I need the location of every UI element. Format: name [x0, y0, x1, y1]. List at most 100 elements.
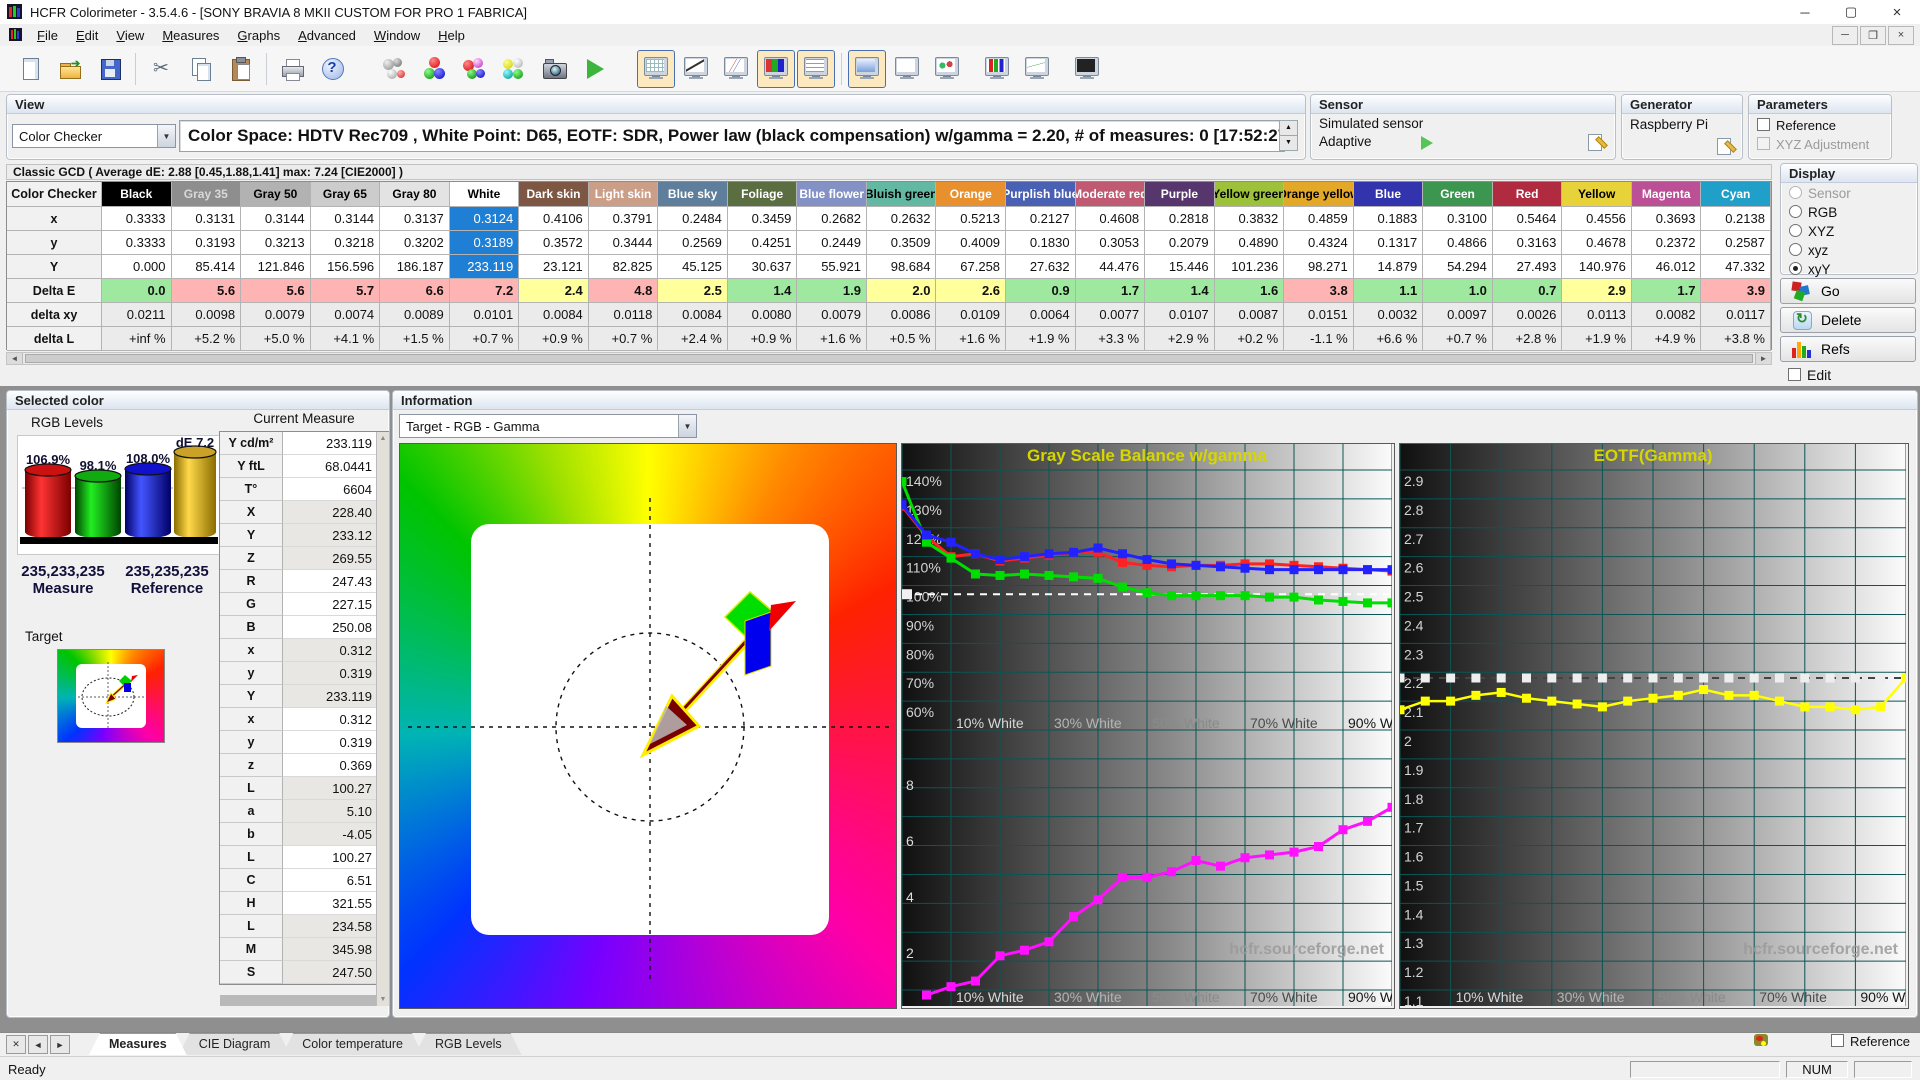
open-file-button[interactable]: ➔	[51, 50, 89, 88]
measure-cell-yellow-green-y[interactable]: 101.236	[1214, 255, 1285, 279]
save-file-button[interactable]	[91, 50, 129, 88]
spinner-up-icon[interactable]: ▲	[1279, 120, 1298, 136]
measure-cell-black-x[interactable]: 0.3333	[102, 207, 172, 231]
measure-cell-green-delta-xy[interactable]: 0.0097	[1423, 303, 1493, 327]
measure-cell-dark-skin-delta-xy[interactable]: 0.0084	[519, 303, 589, 327]
measure-cell-green-y[interactable]: 54.294	[1423, 255, 1493, 279]
measure-cell-yellow-delta-xy[interactable]: 0.0113	[1562, 303, 1632, 327]
column-header-gray-50[interactable]: Gray 50	[241, 182, 311, 207]
measure-cell-dark-skin-delta-e[interactable]: 2.4	[519, 279, 589, 303]
close-icon[interactable]: ×	[1874, 0, 1920, 24]
capture-single-measure-button[interactable]	[535, 50, 573, 88]
measure-cell-bluish-green-delta-xy[interactable]: 0.0086	[866, 303, 937, 327]
measure-cell-orange-yellow-delta-e[interactable]: 3.8	[1284, 279, 1354, 303]
checkbox-icon[interactable]	[1788, 368, 1801, 381]
measure-cell-gray-65-delta-xy[interactable]: 0.0074	[310, 303, 381, 327]
measure-cell-yellow-delta-e[interactable]: 2.9	[1562, 279, 1632, 303]
measure-cell-blue-flower-delta-xy[interactable]: 0.0079	[797, 303, 867, 327]
measure-cell-moderate-red-delta-l[interactable]: +3.3 %	[1075, 327, 1146, 351]
measure-cell-yellow-y[interactable]: 0.4678	[1562, 231, 1632, 255]
measure-cell-orange-yellow-delta-xy[interactable]: 0.0151	[1284, 303, 1354, 327]
measure-cell-white-delta-l[interactable]: +0.7 %	[449, 327, 520, 351]
menu-measures[interactable]: Measures	[153, 26, 228, 45]
view-measure-lines-button[interactable]	[797, 49, 835, 88]
measure-cell-gray-80-delta-xy[interactable]: 0.0089	[380, 303, 450, 327]
measure-cell-cyan-y[interactable]: 47.332	[1701, 255, 1771, 279]
column-header-blue[interactable]: Blue	[1353, 182, 1424, 207]
measure-cell-gray-50-y[interactable]: 0.3213	[241, 231, 311, 255]
measure-cell-orange-yellow-x[interactable]: 0.4859	[1284, 207, 1354, 231]
measure-cell-yellow-y[interactable]: 140.976	[1562, 255, 1632, 279]
column-header-green[interactable]: Green	[1423, 182, 1493, 207]
measure-cell-blue-sky-delta-xy[interactable]: 0.0084	[658, 303, 728, 327]
chevron-down-icon[interactable]: ▼	[678, 415, 696, 437]
measure-cell-purple-y[interactable]: 0.2079	[1145, 231, 1215, 255]
row-label-delta-l[interactable]: delta L	[7, 327, 102, 351]
measure-cell-dark-skin-y[interactable]: 23.121	[519, 255, 589, 279]
row-label-x[interactable]: x	[7, 207, 102, 231]
run-measures-button[interactable]	[575, 50, 613, 88]
current-measure-scrollbar[interactable]: ▲ ▼	[376, 432, 389, 1006]
measure-cell-gray-80-y[interactable]: 186.187	[380, 255, 450, 279]
measure-cell-yellow-green-delta-e[interactable]: 1.6	[1214, 279, 1285, 303]
measure-cell-gray-50-x[interactable]: 0.3144	[241, 207, 311, 231]
measure-cell-gray-65-delta-l[interactable]: +4.1 %	[310, 327, 381, 351]
measure-cell-blue-sky-y[interactable]: 0.2569	[658, 231, 728, 255]
view-gamma-curve-button[interactable]	[677, 50, 715, 88]
measure-cell-cyan-x[interactable]: 0.2138	[1701, 207, 1771, 231]
column-header-gray-65[interactable]: Gray 65	[310, 182, 381, 207]
measure-cell-cyan-y[interactable]: 0.2587	[1701, 231, 1771, 255]
column-header-light-skin[interactable]: Light skin	[588, 182, 659, 207]
measure-cell-foliage-y[interactable]: 30.637	[727, 255, 798, 279]
measure-cell-yellow-green-x[interactable]: 0.3832	[1214, 207, 1285, 231]
measure-cell-yellow-green-delta-xy[interactable]: 0.0087	[1214, 303, 1285, 327]
display-radio-xyz[interactable]: xyz	[1787, 242, 1911, 261]
measure-cell-light-skin-delta-xy[interactable]: 0.0118	[588, 303, 659, 327]
scroll-up-icon[interactable]: ▲	[377, 432, 389, 445]
measure-cell-green-y[interactable]: 0.4866	[1423, 231, 1493, 255]
measure-cell-purplish-blue-y[interactable]: 0.1830	[1006, 231, 1076, 255]
measure-cell-bluish-green-delta-e[interactable]: 2.0	[866, 279, 937, 303]
measure-cell-blue-sky-delta-l[interactable]: +2.4 %	[658, 327, 728, 351]
scroll-down-icon[interactable]: ▼	[377, 993, 389, 1006]
measure-cell-orange-yellow-y[interactable]: 98.271	[1284, 255, 1354, 279]
measure-cell-white-y[interactable]: 0.3189	[449, 231, 520, 255]
column-header-yellow[interactable]: Yellow	[1562, 182, 1632, 207]
column-header-blue-flower[interactable]: Blue flower	[797, 182, 867, 207]
column-header-orange-yellow[interactable]: Orange yellow	[1284, 182, 1354, 207]
view-console-button[interactable]	[1068, 50, 1106, 88]
radio-icon[interactable]	[1789, 243, 1802, 256]
column-header-bluish-green[interactable]: Bluish green	[866, 182, 937, 207]
view-measures-grid-button[interactable]	[637, 49, 675, 88]
column-header-yellow-green[interactable]: Yellow green	[1214, 182, 1285, 207]
measure-cell-dark-skin-delta-l[interactable]: +0.9 %	[519, 327, 589, 351]
measure-cell-blue-delta-xy[interactable]: 0.0032	[1353, 303, 1424, 327]
measure-cell-foliage-delta-l[interactable]: +0.9 %	[727, 327, 798, 351]
measure-cell-orange-x[interactable]: 0.5213	[936, 207, 1007, 231]
measure-cell-black-delta-xy[interactable]: 0.0211	[102, 303, 172, 327]
measure-cell-magenta-x[interactable]: 0.3693	[1631, 207, 1702, 231]
measure-cell-purple-x[interactable]: 0.2818	[1145, 207, 1215, 231]
measure-cell-blue-y[interactable]: 0.1317	[1353, 231, 1424, 255]
tab-scroll-right-icon[interactable]: ►	[50, 1035, 70, 1054]
menu-graphs[interactable]: Graphs	[228, 26, 289, 45]
row-label-delta-e[interactable]: Delta E	[7, 279, 102, 303]
measure-cell-gray-65-y[interactable]: 156.596	[310, 255, 381, 279]
measure-grayscale-button[interactable]	[415, 50, 453, 88]
information-mode-select[interactable]: Target - RGB - Gamma ▼	[399, 414, 697, 438]
measure-cell-black-delta-e[interactable]: 0.0	[102, 279, 172, 303]
generator-edit-icon[interactable]	[1716, 137, 1737, 155]
measure-cell-gray-35-y[interactable]: 0.3193	[171, 231, 242, 255]
measure-cell-yellow-x[interactable]: 0.4556	[1562, 207, 1632, 231]
measure-cell-bluish-green-y[interactable]: 0.3509	[866, 231, 937, 255]
row-label-y[interactable]: Y	[7, 255, 102, 279]
mdi-close-icon[interactable]: ×	[1888, 25, 1914, 45]
measure-cell-red-delta-xy[interactable]: 0.0026	[1492, 303, 1563, 327]
column-header-purple[interactable]: Purple	[1145, 182, 1215, 207]
close-view-icon[interactable]: ✕	[6, 1035, 26, 1054]
measure-cell-cyan-delta-e[interactable]: 3.9	[1701, 279, 1771, 303]
measure-primaries-button[interactable]	[455, 50, 493, 88]
delete-button[interactable]: ↻ Delete	[1780, 307, 1916, 333]
measure-cell-purplish-blue-delta-e[interactable]: 0.9	[1006, 279, 1076, 303]
tab-scroll-left-icon[interactable]: ◄	[28, 1035, 48, 1054]
